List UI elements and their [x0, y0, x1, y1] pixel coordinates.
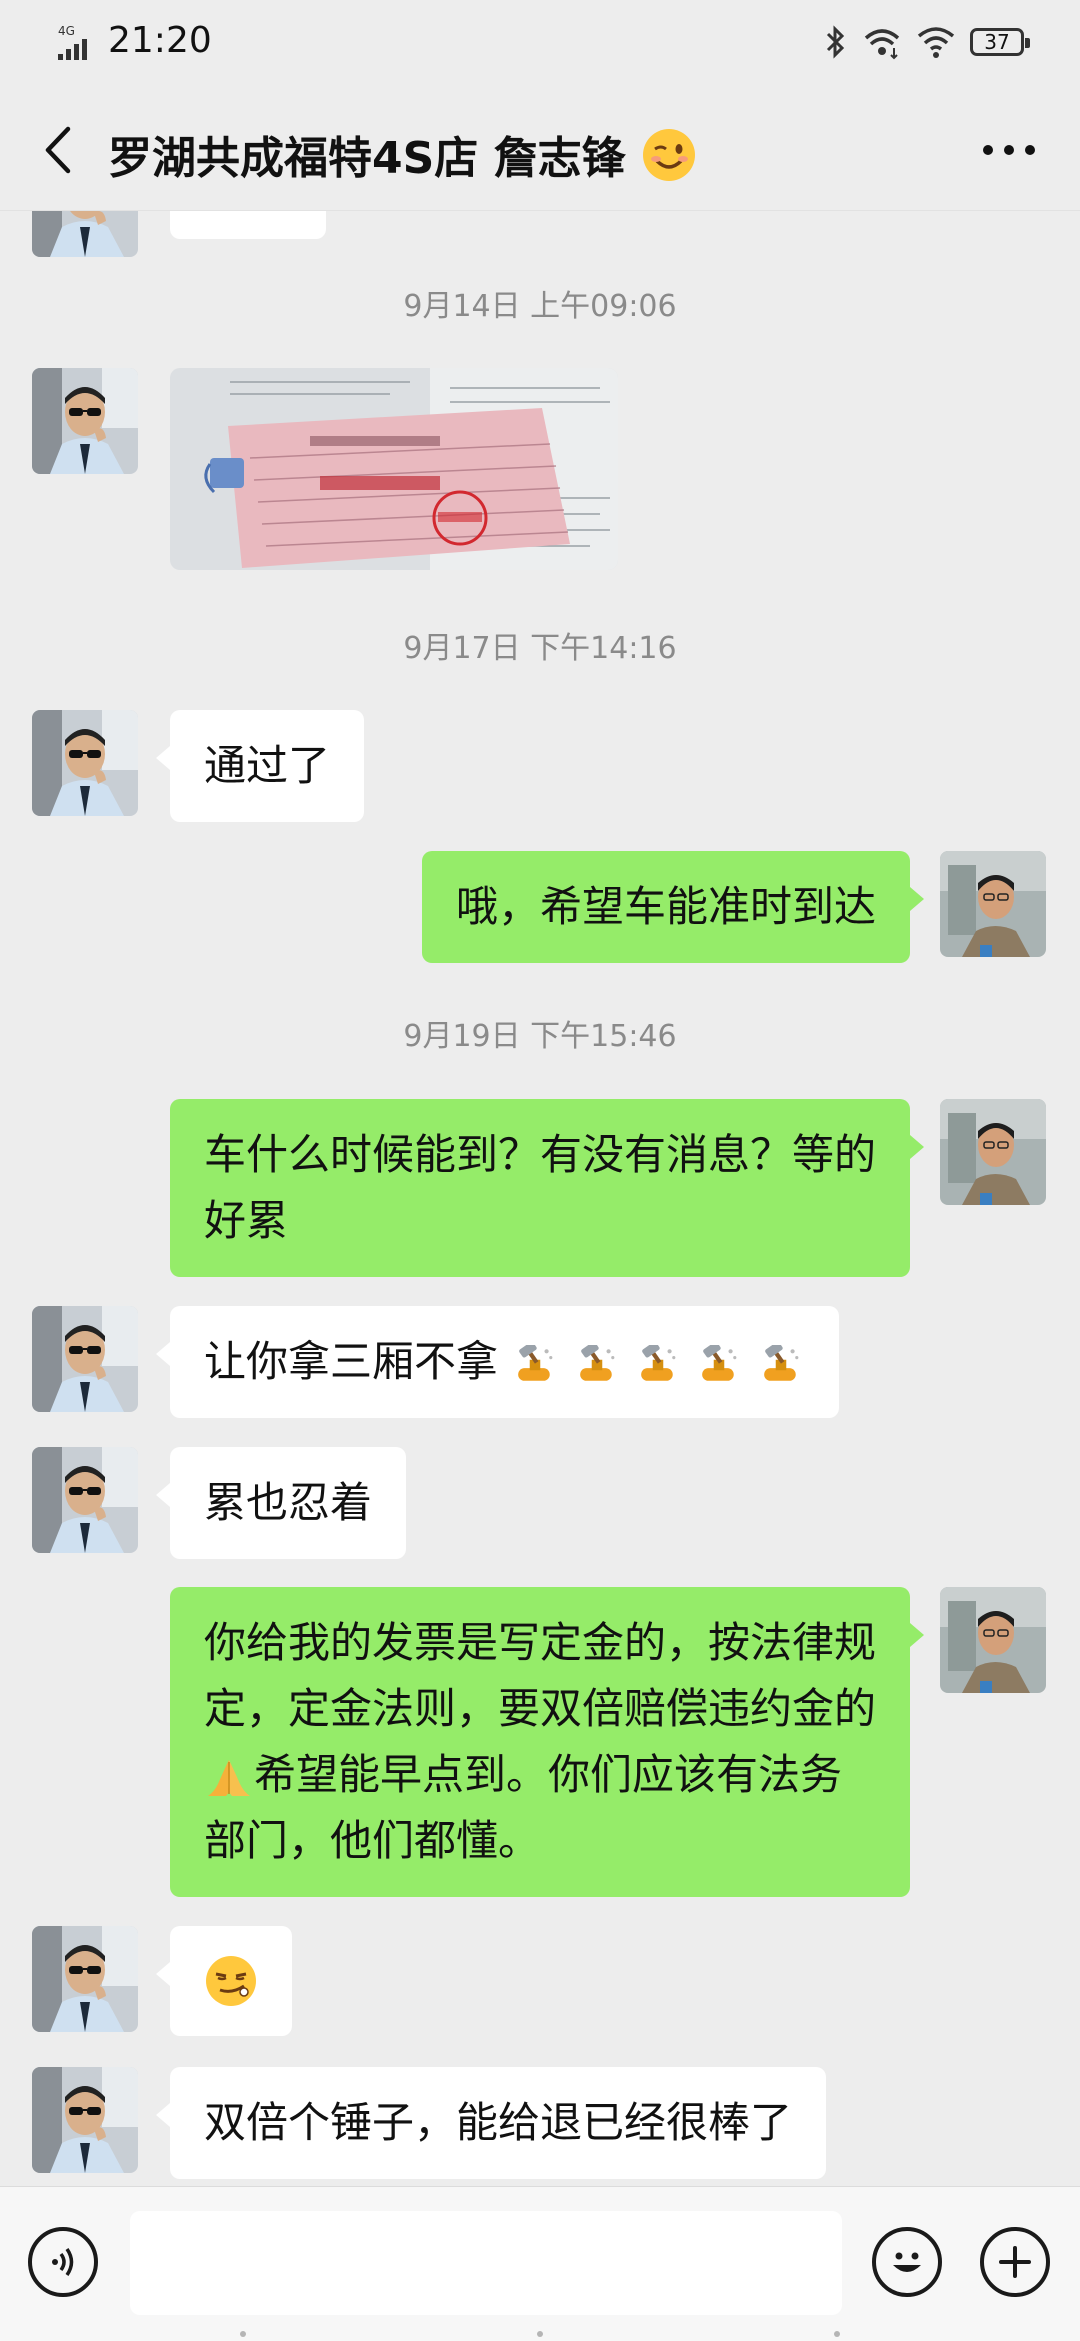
receipt-photo — [170, 368, 618, 570]
message-text: 通过了 — [204, 741, 331, 790]
back-button[interactable] — [28, 120, 88, 180]
avatar-other[interactable] — [32, 1926, 138, 2032]
emoji-button[interactable] — [872, 2227, 942, 2297]
hammer-emoji-icon — [641, 1344, 676, 1381]
bluetooth-icon — [826, 25, 845, 59]
message-text: 双倍个锤子，能给退已经很棒了 — [204, 2098, 793, 2147]
hammer-emoji-icon — [763, 1344, 799, 1381]
avatar-self[interactable] — [940, 851, 1046, 957]
message-bubble-partial[interactable] — [170, 211, 326, 239]
status-bar: 4G 21:20 37 — [0, 0, 1080, 90]
status-time: 21:20 — [108, 20, 212, 61]
network-type: 4G — [58, 24, 75, 38]
message-text: 哦，希望车能准时到达 — [455, 882, 876, 931]
input-bar — [0, 2186, 1080, 2341]
nav-indicator-dot — [537, 2331, 543, 2337]
avatar-self[interactable] — [940, 1587, 1046, 1693]
message-bubble-outgoing[interactable]: 哦，希望车能准时到达 — [421, 851, 925, 963]
timestamp: 9月19日 下午15:46 — [403, 1019, 677, 1054]
cellular-signal-icon: 4G — [58, 24, 87, 60]
image-message[interactable] — [170, 368, 618, 570]
message-bubble-incoming[interactable]: 通过了 — [155, 710, 365, 822]
message-list[interactable]: 9月14日 上午09:06 9月17日 下午14:16 通过了 哦，希望车能准时… — [0, 211, 1080, 2186]
avatar-other[interactable] — [32, 1306, 138, 1412]
chat-header: 罗湖共成福特4S店 詹志锋 — [0, 90, 1080, 211]
message-text: 车什么时候能到？有没有消息？等的好累 — [204, 1130, 877, 1245]
hammer-emoji-icon — [518, 1344, 553, 1381]
avatar-other[interactable] — [32, 368, 138, 474]
message-bubble-incoming[interactable]: 双倍个锤子，能给退已经很棒了 — [155, 2067, 827, 2179]
battery-icon: 37 — [970, 28, 1030, 56]
timestamp: 9月17日 下午14:16 — [403, 631, 677, 666]
avatar-other[interactable] — [32, 1447, 138, 1553]
voice-icon — [52, 2248, 74, 2276]
message-text: 希望能早点到。你们应该有法务部门，他们都懂。 — [204, 1750, 843, 1865]
smirk-emoji-icon — [206, 1956, 256, 2006]
plus-icon — [999, 2246, 1031, 2278]
message-text: 让你拿三厢不拿 — [204, 1337, 499, 1386]
message-text: 累也忍着 — [204, 1478, 373, 1527]
wifi-icon — [917, 27, 955, 58]
nav-indicator-dot — [240, 2331, 246, 2337]
chevron-left-icon — [45, 126, 71, 174]
battery-level: 37 — [984, 30, 1010, 54]
nav-indicator-dot — [834, 2331, 840, 2337]
more-dots-icon — [983, 145, 1035, 155]
voice-input-button[interactable] — [28, 2227, 98, 2297]
avatar-other[interactable] — [32, 2067, 138, 2173]
message-bubble-outgoing[interactable]: 车什么时候能到？有没有消息？等的好累 — [170, 1099, 924, 1277]
status-icons: 37 — [822, 22, 1030, 62]
hammer-emoji-icon — [579, 1344, 615, 1381]
message-bubble-outgoing[interactable]: 你给我的发票是写定金的，按法律规定，定金法则，要双倍赔偿违约金的 希望能早点到。… — [170, 1587, 924, 1897]
avatar-other[interactable] — [32, 211, 138, 257]
hammer-emoji-icon — [702, 1344, 737, 1381]
message-bubble-incoming[interactable]: 让你拿三厢不拿 — [156, 1306, 839, 1418]
more-functions-button[interactable] — [980, 2227, 1050, 2297]
more-options-button[interactable] — [974, 120, 1044, 180]
chat-title-text: 罗湖共成福特4S店 詹志锋 — [108, 133, 626, 184]
avatar-other[interactable] — [32, 710, 138, 816]
wink-emoji-icon — [642, 129, 695, 181]
timestamp: 9月14日 上午09:06 — [403, 289, 677, 324]
message-input[interactable] — [130, 2211, 842, 2315]
message-bubble-incoming[interactable]: 累也忍着 — [155, 1447, 407, 1559]
avatar-self[interactable] — [940, 1099, 1046, 1205]
data-transfer-icon — [864, 29, 900, 60]
message-bubble-incoming[interactable] — [156, 1926, 292, 2036]
message-text: 你给我的发票是写定金的，按法律规定，定金法则，要双倍赔偿违约金的 — [204, 1618, 877, 1733]
chat-title: 罗湖共成福特4S店 詹志锋 — [108, 122, 697, 186]
emoji-face-icon — [893, 2252, 921, 2272]
praying-hands-emoji-icon — [208, 1759, 250, 1796]
